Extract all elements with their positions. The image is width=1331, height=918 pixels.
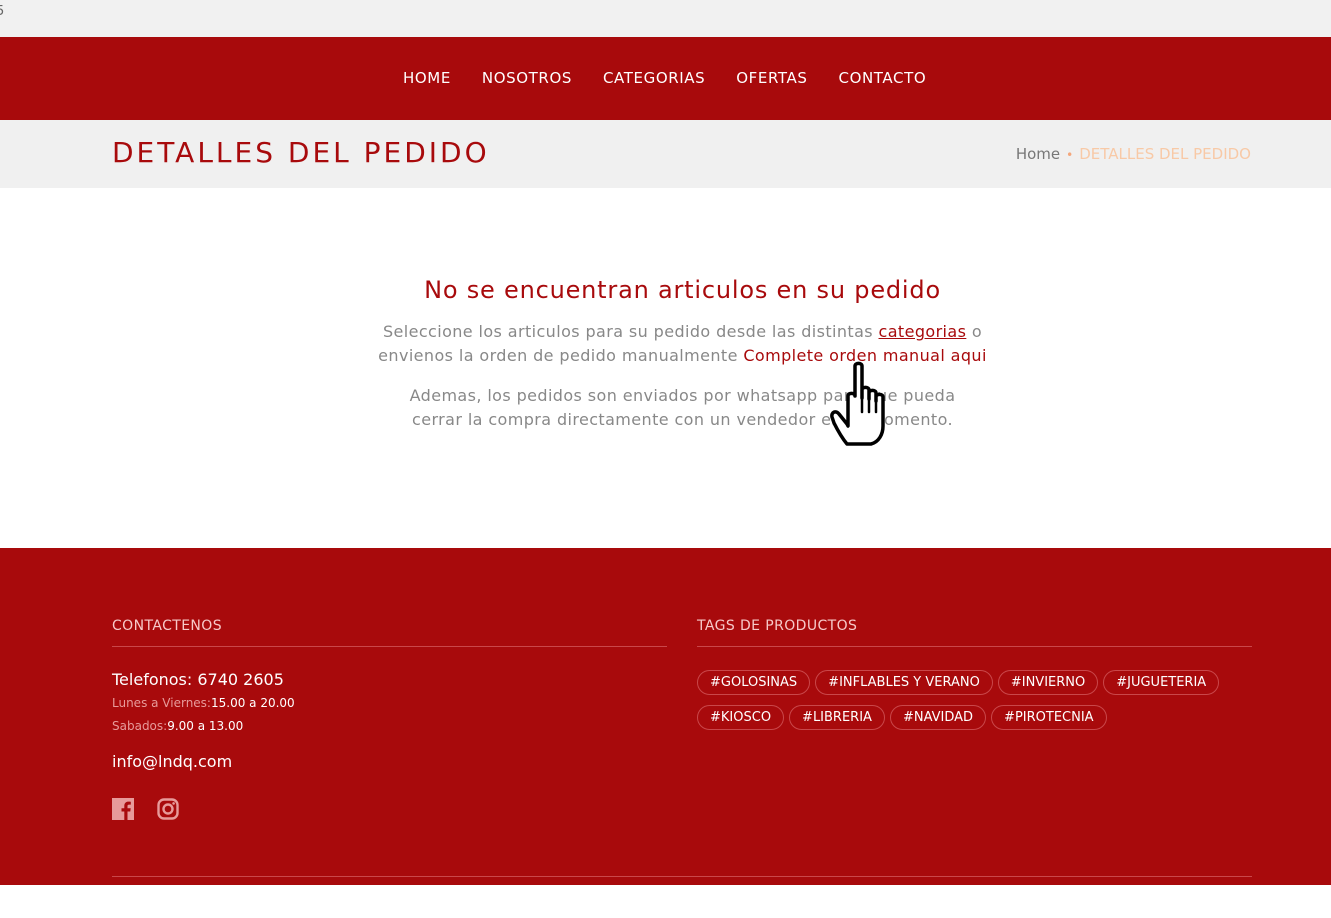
instructions-text-or: o — [971, 322, 983, 341]
contact-phone: Telefonos: 6740 2605 — [112, 670, 284, 689]
page-bottom-strip — [0, 885, 1331, 918]
facebook-icon[interactable] — [112, 798, 134, 820]
top-strip-text: 5 — [0, 4, 5, 19]
hours-weekdays: Lunes a Viernes:15.00 a 20.00 — [112, 696, 295, 710]
product-tags: #GOLOSINAS #INFLABLES Y VERANO #INVIERNO… — [697, 670, 1257, 740]
hours-saturday-label: Sabados: — [112, 719, 168, 733]
tag-golosinas[interactable]: #GOLOSINAS — [697, 670, 811, 695]
breadcrumb: Home • DETALLES DEL PEDIDO — [1016, 145, 1251, 163]
footer-contact-column: CONTACTENOS Telefonos: 6740 2605 Lunes a… — [112, 618, 667, 820]
breadcrumb-separator: • — [1066, 148, 1074, 162]
breadcrumb-current: DETALLES DEL PEDIDO — [1079, 145, 1251, 163]
hours-saturday-value: 9.00 a 13.00 — [167, 719, 244, 733]
nav-item-home[interactable]: HOME — [403, 69, 451, 87]
page-title-bar: DETALLES DEL PEDIDO Home • DETALLES DEL PE… — [0, 120, 1331, 188]
breadcrumb-home-link[interactable]: Home — [1016, 145, 1060, 163]
tag-jugueteria[interactable]: #JUGUETERIA — [1103, 670, 1220, 695]
instagram-icon[interactable] — [157, 798, 179, 820]
tag-pirotecnia[interactable]: #PIROTECNIA — [991, 705, 1107, 730]
hours-weekdays-value: 15.00 a 20.00 — [210, 696, 295, 710]
footer-divider — [112, 876, 1252, 877]
browser-top-strip: 5 — [0, 0, 1331, 37]
contact-email-link[interactable]: info@lndq.com — [112, 752, 232, 771]
hand-pointer-cursor-icon — [830, 361, 885, 446]
empty-order-instructions: Seleccione los articulos para su pedido … — [0, 320, 1331, 368]
tag-kiosco[interactable]: #KIOSCO — [697, 705, 785, 730]
contact-heading: CONTACTENOS — [112, 618, 667, 647]
site-footer: CONTACTENOS Telefonos: 6740 2605 Lunes a… — [0, 548, 1331, 885]
tag-invierno[interactable]: #INVIERNO — [997, 670, 1099, 695]
main-navigation: HOME NOSOTROS CATEGORIAS OFERTAS CONTACT… — [0, 37, 1331, 120]
page-title: DETALLES DEL PEDIDO — [112, 136, 490, 169]
tag-inflables-y-verano[interactable]: #INFLABLES Y VERANO — [815, 670, 993, 695]
nav-item-nosotros[interactable]: NOSOTROS — [482, 69, 572, 87]
social-links — [112, 798, 202, 820]
nav-item-contacto[interactable]: CONTACTO — [839, 69, 927, 87]
tag-libreria[interactable]: #LIBRERIA — [789, 705, 885, 730]
whatsapp-note: Ademas, los pedidos son enviados por wha… — [0, 384, 1331, 432]
footer-tags-column: TAGS DE PRODUCTOS #GOLOSINAS #INFLABLES … — [697, 618, 1252, 730]
tag-navidad[interactable]: #NAVIDAD — [889, 705, 987, 730]
hours-weekdays-label: Lunes a Viernes: — [112, 696, 211, 710]
nav-item-categorias[interactable]: CATEGORIAS — [603, 69, 705, 87]
instructions-text-manual: envienos la orden de pedido manualmente — [378, 346, 738, 365]
order-details-content: No se encuentran articulos en su pedido … — [0, 188, 1331, 548]
hours-saturday: Sabados:9.00 a 13.00 — [112, 719, 243, 733]
instructions-text: Seleccione los articulos para su pedido … — [382, 322, 874, 341]
tags-heading: TAGS DE PRODUCTOS — [697, 618, 1252, 647]
empty-order-title: No se encuentran articulos en su pedido — [424, 276, 941, 304]
nav-item-ofertas[interactable]: OFERTAS — [736, 69, 807, 87]
categories-link[interactable]: categorias — [879, 322, 967, 341]
